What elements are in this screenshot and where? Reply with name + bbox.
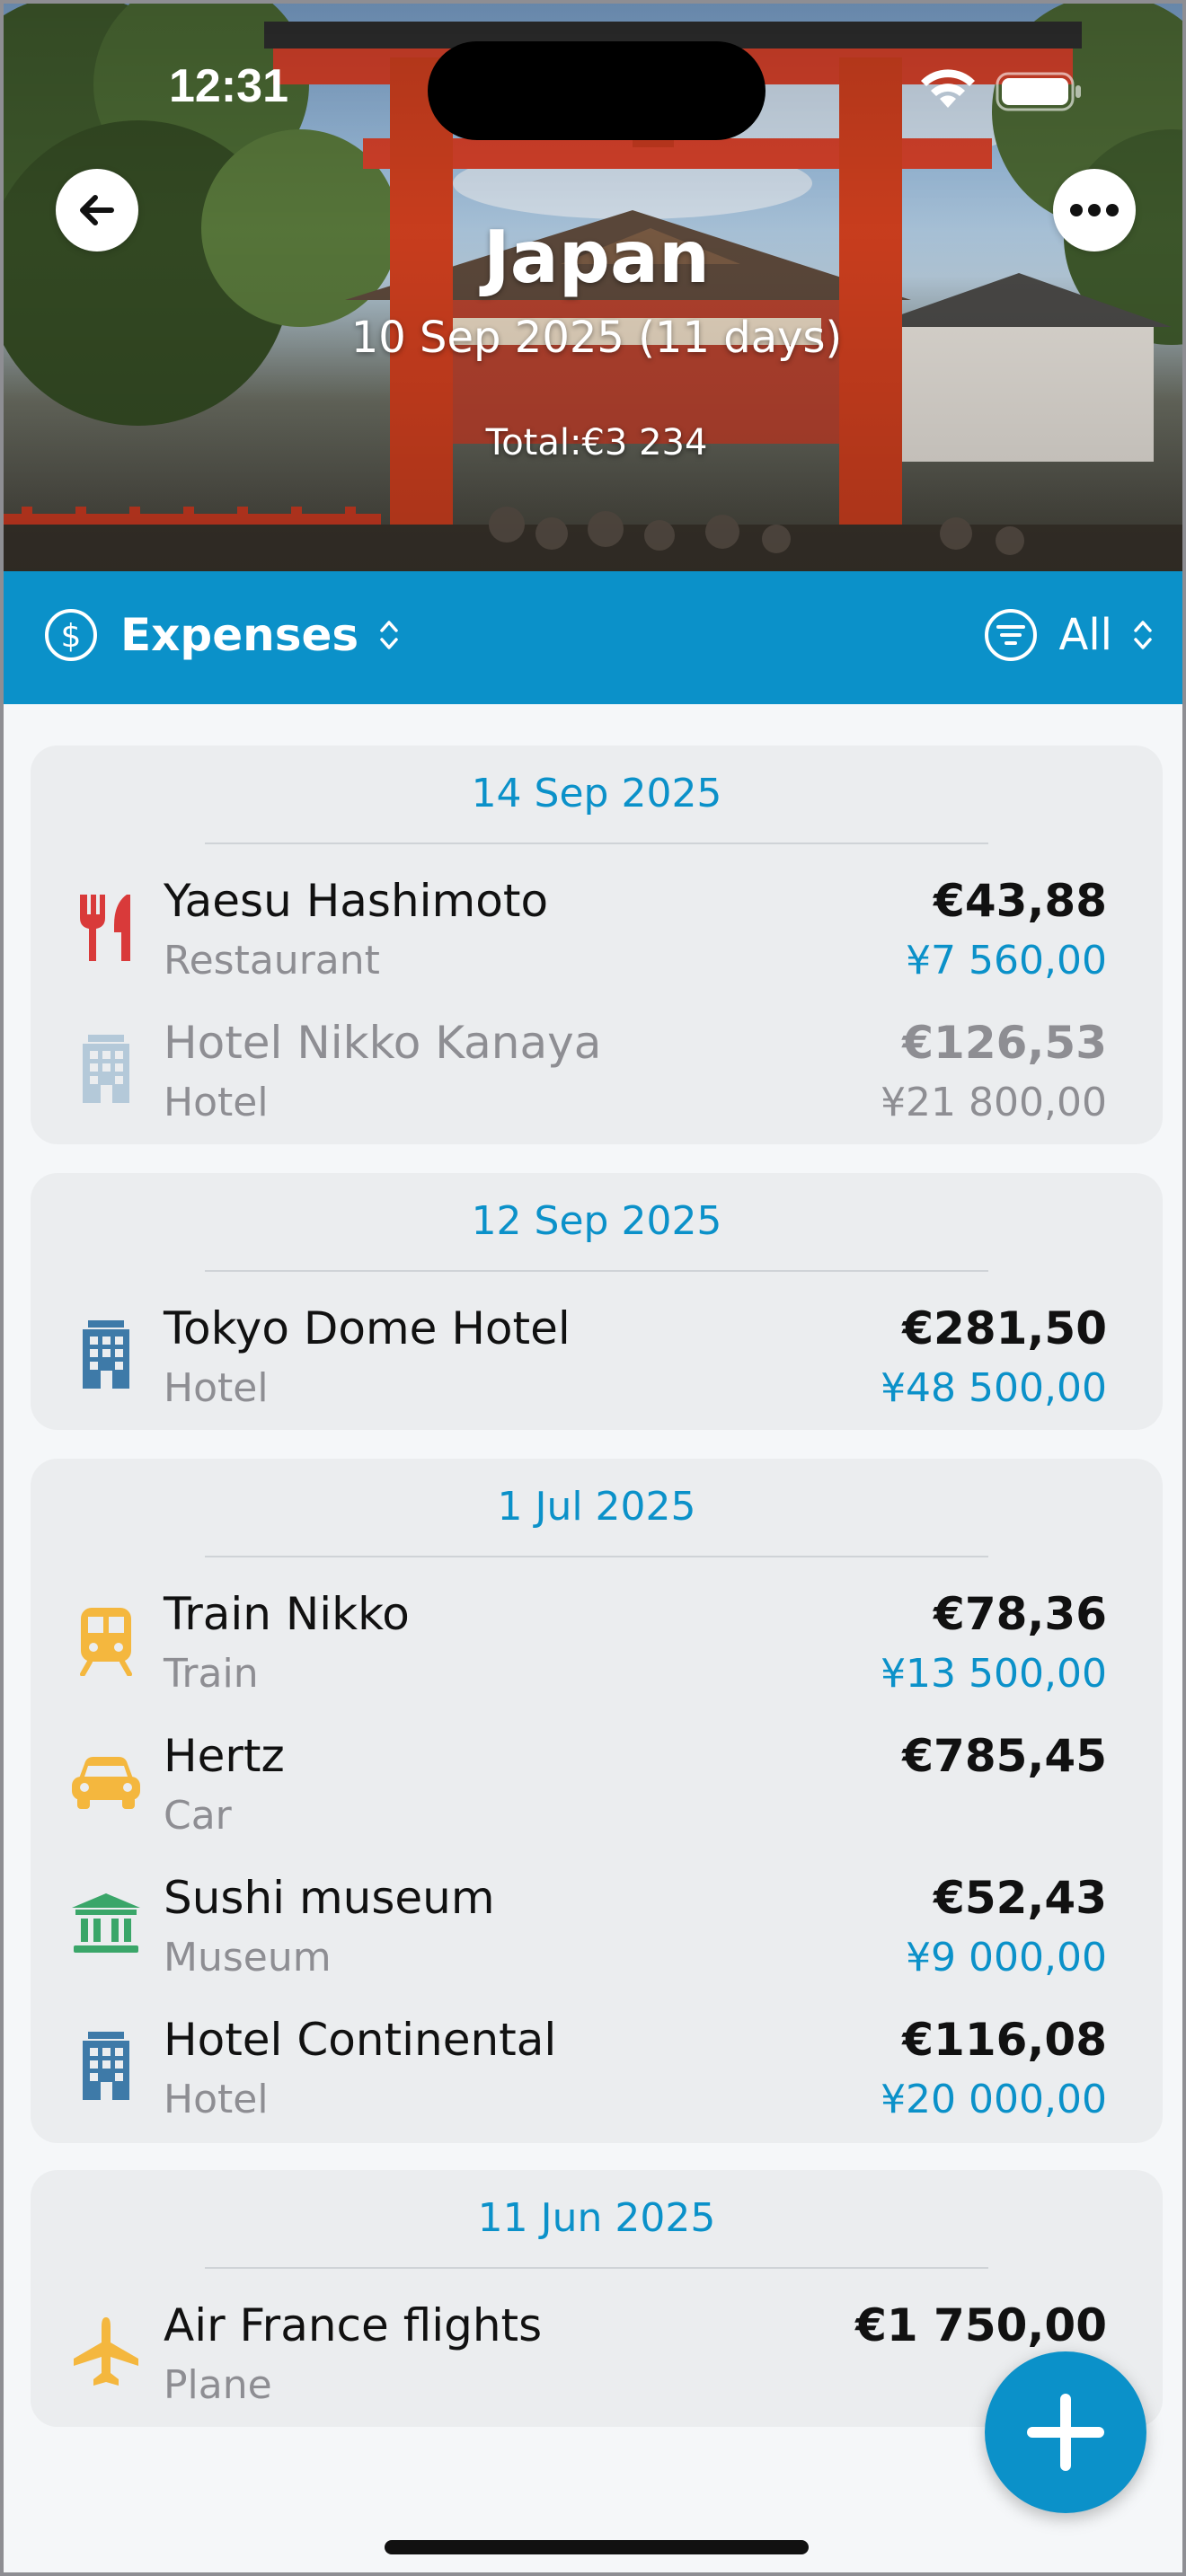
expense-local-amount: ¥9 000,00 [906, 1935, 1107, 1981]
expense-name: Yaesu Hashimoto [164, 875, 549, 927]
train-icon [70, 1604, 142, 1676]
add-expense-button[interactable] [985, 2351, 1146, 2513]
expense-amount: €1 750,00 [855, 2299, 1107, 2351]
expense-local-amount: ¥20 000,00 [881, 2077, 1107, 2122]
status-time: 12:31 [169, 60, 288, 112]
trip-total: Total:€3 234 [485, 422, 708, 463]
expense-category: Car [164, 1793, 232, 1839]
divider [205, 1556, 988, 1557]
group-date: 12 Sep 2025 [471, 1198, 722, 1244]
expense-name: Hotel Continental [164, 2014, 557, 2066]
expense-group: 12 Sep 2025 Tokyo Dome Hotel Hotel €281,… [31, 1173, 1163, 1430]
hotel-icon [70, 1033, 142, 1105]
expense-name: Sushi museum [164, 1872, 495, 1924]
expense-category: Hotel [164, 1365, 269, 1411]
expense-group: 11 Jun 2025 Air France flights Plane €1 … [31, 2170, 1163, 2427]
trip-title: Japan [483, 216, 710, 299]
expense-category: Museum [164, 1935, 332, 1981]
expense-amount: €43,88 [934, 875, 1107, 927]
expense-local-amount: ¥21 800,00 [881, 1080, 1107, 1125]
expense-local-amount: ¥7 560,00 [906, 938, 1107, 984]
plus-icon [1027, 2394, 1104, 2471]
chevron-up-down-icon [380, 621, 398, 649]
expense-name: Train Nikko [164, 1588, 410, 1640]
restaurant-icon [70, 891, 142, 963]
trip-dates: 10 Sep 2025 (11 days) [350, 313, 843, 363]
expense-amount: €78,36 [934, 1588, 1107, 1640]
app-screen: 12:31 Japan 10 Sep 2025 (11 days) Total:… [0, 0, 1186, 2576]
expense-amount: €52,43 [934, 1872, 1107, 1924]
expense-category: Plane [164, 2362, 272, 2408]
expense-local-amount: ¥48 500,00 [881, 1365, 1107, 1411]
home-indicator[interactable] [385, 2540, 809, 2554]
expense-category: Train [164, 1651, 259, 1697]
filter-selector[interactable]: All [983, 607, 1154, 663]
group-date: 14 Sep 2025 [471, 771, 722, 816]
expense-name: Air France flights [164, 2299, 543, 2351]
svg-text:$: $ [61, 618, 82, 655]
museum-icon [70, 1888, 142, 1960]
battery-icon [996, 72, 1081, 111]
expense-name: Hotel Nikko Kanaya [164, 1017, 602, 1069]
divider [205, 1270, 988, 1272]
expense-category: Restaurant [164, 938, 380, 984]
expense-amount: €281,50 [902, 1302, 1107, 1354]
hotel-icon [70, 2030, 142, 2102]
expense-amount: €126,53 [902, 1017, 1107, 1069]
wifi-icon [921, 69, 975, 108]
hotel-icon [70, 1319, 142, 1390]
dollar-circle-icon: $ [45, 609, 97, 661]
group-date: 1 Jul 2025 [497, 1484, 696, 1530]
expense-category: Hotel [164, 1080, 269, 1125]
section-toolbar: $ Expenses All [4, 571, 1182, 704]
expense-row[interactable]: Yaesu Hashimoto Restaurant €43,88 ¥7 560… [31, 875, 1163, 1017]
expense-row[interactable]: Train Nikko Train €78,36 ¥13 500,00 [31, 1588, 1163, 1730]
expense-row[interactable]: Sushi museum Museum €52,43 ¥9 000,00 [31, 1872, 1163, 2014]
section-selector[interactable]: $ Expenses [43, 607, 400, 663]
expense-row[interactable]: Hotel Nikko Kanaya Hotel €126,53 ¥21 800… [31, 1017, 1163, 1159]
expense-row[interactable]: Tokyo Dome Hotel Hotel €281,50 ¥48 500,0… [31, 1302, 1163, 1444]
expense-name: Tokyo Dome Hotel [164, 1302, 571, 1354]
expense-row[interactable]: Hotel Continental Hotel €116,08 ¥20 000,… [31, 2014, 1163, 2156]
section-label: Expenses [120, 609, 359, 661]
expense-amount: €116,08 [902, 2014, 1107, 2066]
group-date: 11 Jun 2025 [477, 2195, 716, 2241]
expense-local-amount: ¥13 500,00 [881, 1651, 1107, 1697]
expense-group: 14 Sep 2025 Yaesu Hashimoto Restaurant €… [31, 745, 1163, 1144]
expense-category: Hotel [164, 2077, 269, 2122]
dynamic-island [428, 41, 766, 140]
divider [205, 842, 988, 844]
expense-amount: €785,45 [902, 1730, 1107, 1782]
expense-row[interactable]: Hertz Car €785,45 [31, 1730, 1163, 1872]
chevron-up-down-icon [1134, 621, 1152, 649]
car-icon [70, 1746, 142, 1818]
expense-name: Hertz [164, 1730, 285, 1782]
divider [205, 2267, 988, 2269]
filter-icon [985, 609, 1038, 661]
filter-label: All [1058, 610, 1112, 660]
plane-icon [70, 2316, 142, 2387]
expense-group: 1 Jul 2025 Train Nikko Train €78,36 ¥13 … [31, 1459, 1163, 2143]
